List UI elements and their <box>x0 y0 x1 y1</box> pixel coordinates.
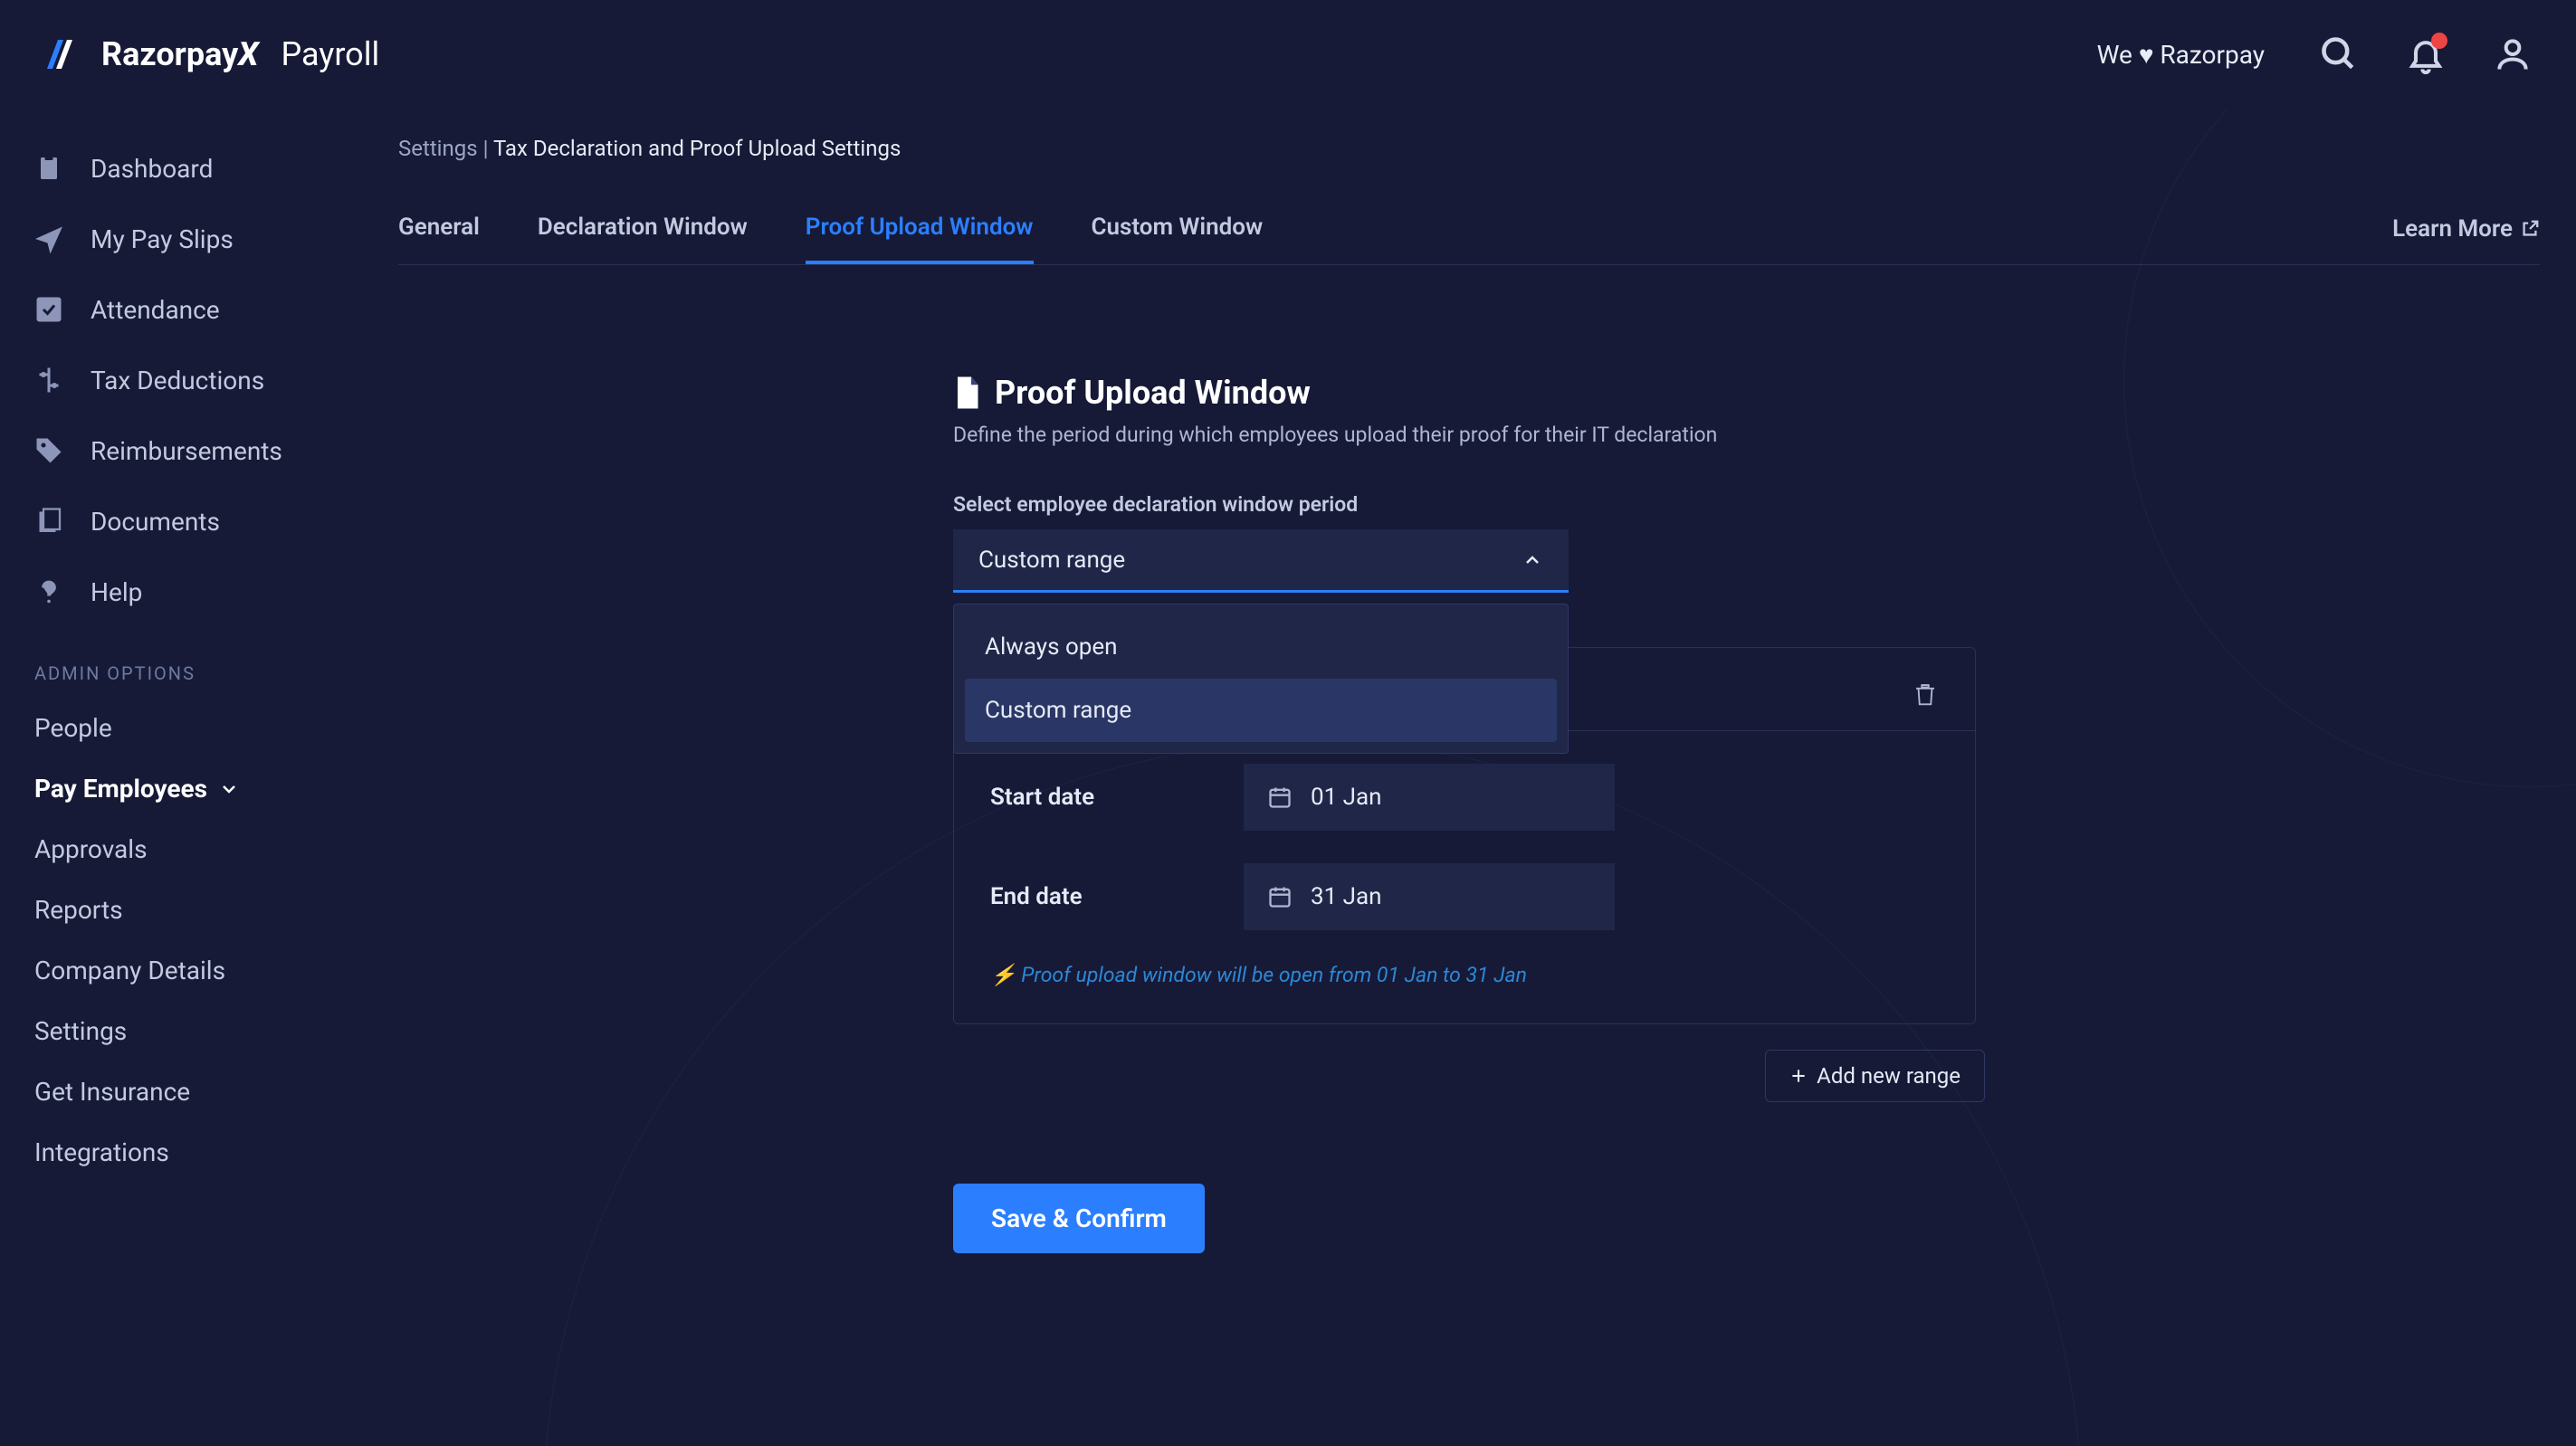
tab-general[interactable]: General <box>398 194 480 264</box>
sidebar-admin-approvals[interactable]: Approvals <box>0 822 362 877</box>
send-icon <box>33 223 65 255</box>
breadcrumb-parent[interactable]: Settings <box>398 136 478 161</box>
sidebar-item-reimbursements[interactable]: Reimbursements <box>0 418 362 483</box>
sidebar-admin-people[interactable]: People <box>0 700 362 756</box>
main-content: Settings | Tax Declaration and Proof Upl… <box>362 109 2576 1446</box>
calendar-icon <box>1267 785 1293 810</box>
sidebar-item-label: Dashboard <box>91 154 213 184</box>
tab-custom-window[interactable]: Custom Window <box>1092 194 1264 264</box>
end-date-value: 31 Jan <box>1311 883 1382 910</box>
sidebar-item-label: Company Details <box>34 956 225 985</box>
sidebar-item-label: Attendance <box>91 295 220 325</box>
notification-badge <box>2431 33 2447 49</box>
section-subtitle: Define the period during which employees… <box>953 423 1985 447</box>
start-date-input[interactable]: 01 Jan <box>1244 764 1615 831</box>
sidebar-item-payslips[interactable]: My Pay Slips <box>0 206 362 271</box>
chevron-up-icon <box>1522 549 1543 571</box>
header-tagline: We ♥ Razorpay <box>2097 40 2265 70</box>
select-label: Select employee declaration window perio… <box>953 492 1985 517</box>
select-trigger[interactable]: Custom range <box>953 529 1569 593</box>
sidebar-item-label: Documents <box>91 507 220 537</box>
tag-icon <box>33 434 65 467</box>
range-status: ⚡ Proof upload window will be open from … <box>954 930 1975 987</box>
calendar-icon <box>1267 884 1293 909</box>
chevron-down-icon <box>218 778 240 800</box>
sidebar-item-label: Reports <box>34 895 123 925</box>
notifications-icon[interactable] <box>2406 34 2446 74</box>
learn-more-label: Learn More <box>2392 215 2513 243</box>
sidebar-item-label: Get Insurance <box>34 1077 190 1107</box>
layers-icon <box>33 505 65 537</box>
sidebar-item-label: My Pay Slips <box>91 224 234 254</box>
breadcrumb: Settings | Tax Declaration and Proof Upl… <box>398 136 2540 161</box>
sidebar-item-label: Settings <box>34 1016 127 1046</box>
logo-text: RazorpayX Payroll <box>101 35 379 73</box>
end-date-label: End date <box>990 883 1244 910</box>
plus-icon <box>1789 1067 1808 1085</box>
sidebar-item-label: Integrations <box>34 1137 169 1167</box>
razorpay-x-logo-icon <box>43 36 87 72</box>
sidebar-item-label: Approvals <box>34 834 148 864</box>
start-date-value: 01 Jan <box>1311 784 1382 811</box>
tab-proof-upload-window[interactable]: Proof Upload Window <box>806 194 1034 264</box>
section-title: Proof Upload Window <box>953 374 1985 412</box>
clipboard-icon <box>33 152 65 185</box>
select-option-always-open[interactable]: Always open <box>965 615 1557 679</box>
sidebar-admin-settings[interactable]: Settings <box>0 1004 362 1059</box>
sidebar-admin-integrations[interactable]: Integrations <box>0 1125 362 1180</box>
learn-more-link[interactable]: Learn More <box>2392 194 2540 264</box>
tabs: General Declaration Window Proof Upload … <box>398 194 2540 265</box>
question-icon <box>33 576 65 608</box>
sidebar-admin-company[interactable]: Company Details <box>0 943 362 998</box>
end-date-input[interactable]: 31 Jan <box>1244 863 1615 930</box>
external-link-icon <box>2520 219 2540 239</box>
sidebar-item-documents[interactable]: Documents <box>0 489 362 554</box>
tab-declaration-window[interactable]: Declaration Window <box>538 194 748 264</box>
trash-icon[interactable] <box>1912 680 1939 708</box>
select-option-custom-range[interactable]: Custom range <box>965 679 1557 742</box>
adjust-icon <box>33 364 65 396</box>
app-logo[interactable]: RazorpayX Payroll <box>43 35 379 73</box>
profile-icon[interactable] <box>2493 34 2533 74</box>
sidebar-item-attendance[interactable]: Attendance <box>0 277 362 342</box>
sidebar-item-label: Pay Employees <box>34 774 207 804</box>
sidebar-admin-reports[interactable]: Reports <box>0 882 362 937</box>
sidebar-admin-insurance[interactable]: Get Insurance <box>0 1064 362 1119</box>
add-range-button[interactable]: Add new range <box>1765 1050 1985 1102</box>
select-value: Custom range <box>978 547 1125 574</box>
sidebar-admin-heading: ADMIN OPTIONS <box>0 630 362 695</box>
period-select[interactable]: Custom range Always open Custom range <box>953 529 1569 593</box>
check-square-icon <box>33 293 65 326</box>
sidebar-item-help[interactable]: Help <box>0 559 362 624</box>
search-icon[interactable] <box>2319 34 2359 74</box>
sidebar-item-tax[interactable]: Tax Deductions <box>0 347 362 413</box>
add-range-label: Add new range <box>1817 1063 1961 1089</box>
sidebar-admin-payemployees[interactable]: Pay Employees <box>0 761 362 816</box>
sidebar-item-label: Tax Deductions <box>91 366 264 395</box>
sidebar-item-label: People <box>34 713 112 743</box>
save-confirm-button[interactable]: Save & Confirm <box>953 1184 1205 1253</box>
app-header: RazorpayX Payroll We ♥ Razorpay <box>0 0 2576 109</box>
sidebar-item-label: Help <box>91 577 142 607</box>
sidebar: Dashboard My Pay Slips Attendance Tax De… <box>0 109 362 1446</box>
start-date-label: Start date <box>990 784 1244 811</box>
sidebar-item-dashboard[interactable]: Dashboard <box>0 136 362 201</box>
select-dropdown: Always open Custom range <box>953 604 1569 754</box>
document-icon <box>953 376 980 409</box>
breadcrumb-current: Tax Declaration and Proof Upload Setting… <box>493 136 901 161</box>
sidebar-item-label: Reimbursements <box>91 436 282 466</box>
